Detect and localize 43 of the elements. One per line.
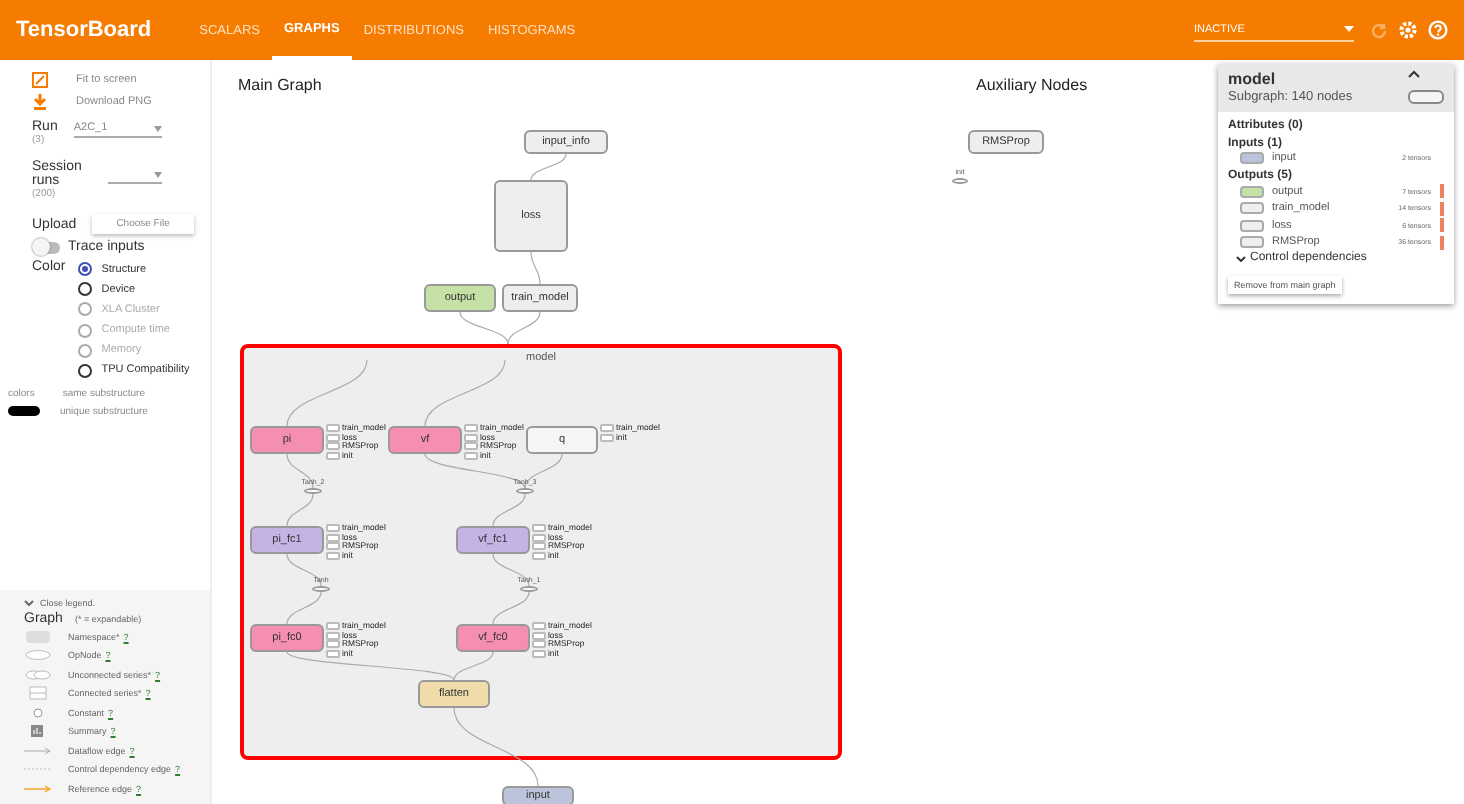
toggle-switch[interactable] (32, 241, 60, 253)
dataflow-edge (530, 153, 567, 181)
caret-icon (1344, 26, 1354, 32)
reference-edge-icon (24, 781, 52, 795)
opnode-icon (24, 648, 52, 662)
series-node[interactable] (312, 586, 330, 592)
download-icon[interactable] (32, 94, 48, 110)
tensor-bar (1439, 235, 1444, 249)
dataflow-edge (286, 493, 314, 527)
color-swatch (8, 406, 40, 417)
dataflow-edge (492, 591, 530, 625)
panel-heading: Auxiliary Nodes (976, 76, 1088, 94)
series-node[interactable] (304, 488, 322, 494)
chevron-icon (1236, 255, 1246, 261)
dataflow-edge (530, 251, 541, 285)
series-icon (24, 667, 52, 681)
dataflow-edge (424, 359, 506, 427)
toggle-pill[interactable] (1408, 90, 1444, 104)
help-icon[interactable] (1428, 20, 1448, 40)
tensor-bar (1439, 201, 1444, 215)
dataflow-edge (286, 359, 368, 427)
app-title: TensorBoard (16, 18, 152, 42)
caret-icon (154, 171, 162, 177)
connected-series-icon (24, 686, 52, 700)
dataflow-edge (286, 591, 322, 625)
collapse-icon (1408, 70, 1420, 78)
control-edge-icon (24, 762, 52, 776)
tensor-bar (1439, 184, 1444, 198)
dataflow-edge (453, 707, 539, 787)
settings-icon[interactable] (1398, 20, 1418, 40)
series-node[interactable] (516, 488, 534, 494)
panel-heading: Main Graph (238, 76, 322, 94)
caret-icon (154, 125, 162, 131)
series-node[interactable] (520, 586, 538, 592)
fit-screen-icon[interactable] (32, 72, 48, 88)
tensor-bar (1439, 218, 1444, 232)
chevron-icon (24, 600, 34, 606)
card-title: model (1228, 70, 1278, 88)
series-node[interactable] (952, 178, 968, 184)
session-dropdown[interactable] (108, 166, 162, 184)
dataflow-edge-icon (24, 743, 52, 757)
dataflow-edge (492, 493, 526, 527)
namespace-icon (24, 629, 52, 643)
